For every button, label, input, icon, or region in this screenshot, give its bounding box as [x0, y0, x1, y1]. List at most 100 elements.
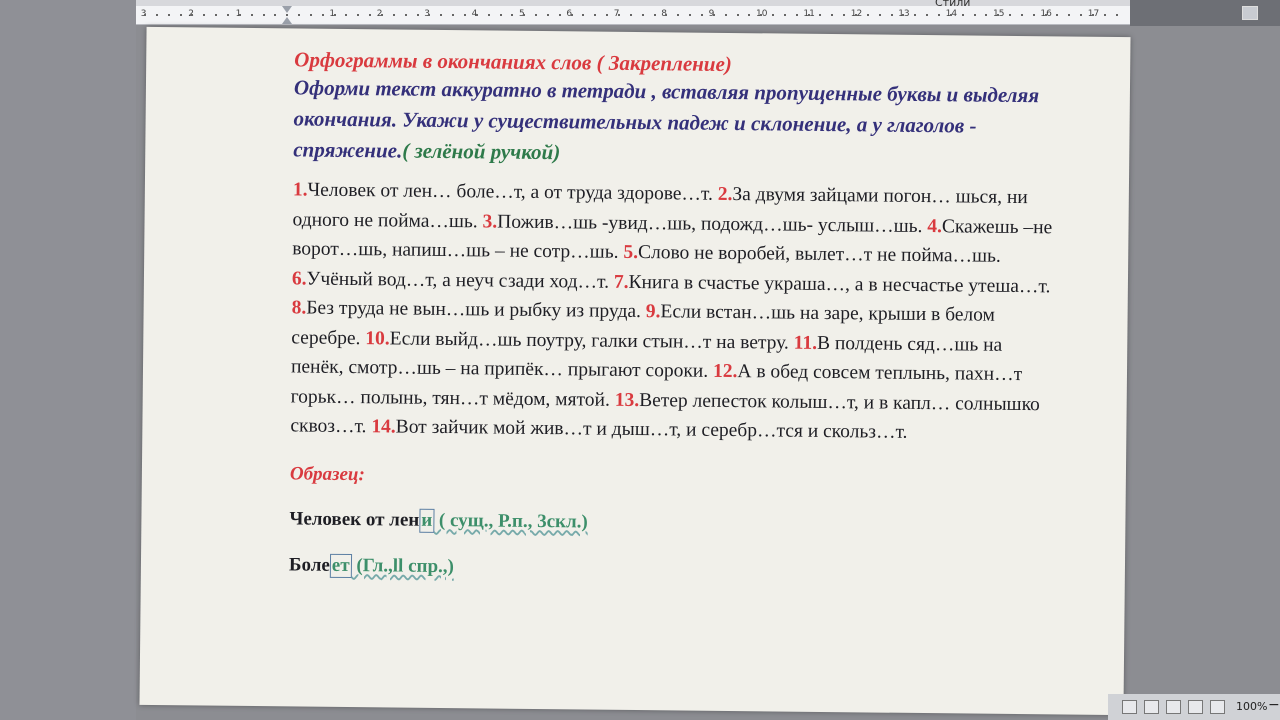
ruler-tick	[416, 14, 419, 16]
ruler-tick	[404, 14, 407, 16]
ruler-tick	[700, 14, 703, 16]
sample1-ending-box: и	[419, 508, 435, 533]
ruler-tick	[736, 14, 739, 16]
ruler-tick	[452, 14, 455, 16]
ruler-tick	[641, 14, 644, 16]
indent-marker[interactable]	[282, 6, 292, 24]
ruler-tick	[428, 14, 431, 16]
ruler-tick	[973, 14, 976, 16]
document-page[interactable]: Орфограммы в окончаниях слов ( Закреплен…	[139, 26, 1131, 716]
ruler-tick	[440, 14, 443, 16]
sentence-number: 3.	[482, 210, 498, 233]
ruler-tick	[1044, 14, 1047, 16]
ruler-tick	[179, 14, 182, 16]
ruler-tick	[582, 14, 585, 16]
ruler-tick	[1115, 14, 1118, 16]
ruler-tick	[831, 14, 834, 16]
outline-view-button[interactable]	[1188, 700, 1203, 714]
ruler-tick	[807, 14, 810, 16]
ruler-tick	[238, 14, 241, 16]
ruler-tick	[890, 14, 893, 16]
horizontal-ruler[interactable]: 3211234567891011121314151617	[136, 6, 1130, 25]
ruler-tick	[558, 14, 561, 16]
exercise-text[interactable]: 1.Человек от лен… боле…т, а от труда здо…	[290, 175, 1053, 448]
ruler-tick	[712, 14, 715, 16]
sentence-text: Если выйд…шь поутру, галки стын…т на вет…	[389, 327, 794, 354]
ruler-tick	[866, 14, 869, 16]
ruler-tick	[1092, 14, 1094, 16]
ruler-tick	[665, 14, 668, 16]
ruler-tick	[381, 14, 383, 16]
ruler-tick	[1020, 14, 1023, 16]
ruler-tick	[843, 14, 846, 16]
ruler-tick	[191, 14, 194, 16]
sentence-text: Книга в счастье украша…, а в несчастье у…	[628, 271, 1051, 297]
status-bar: 100% −	[1108, 694, 1280, 720]
ruler-tick	[819, 14, 822, 16]
ruler-tick	[546, 14, 549, 16]
ruler-tick	[155, 14, 158, 16]
sentence-number: 4.	[927, 215, 943, 237]
ruler-tick	[1068, 14, 1071, 16]
ruler-tick	[795, 14, 798, 16]
sentence-number: 13.	[614, 389, 640, 411]
sentence-number: 14.	[371, 416, 396, 438]
sample2-note: (Гл.,ll спр.,)	[351, 554, 455, 577]
ruler-tick	[250, 14, 253, 16]
document-content[interactable]: Орфограммы в окончаниях слов ( Закреплен…	[289, 46, 1075, 585]
ruler-tick	[511, 14, 514, 16]
ruler-tick	[499, 14, 502, 16]
ruler-tick	[167, 14, 170, 16]
ruler-tick	[392, 14, 395, 16]
ruler-tick	[629, 14, 632, 16]
ruler-toggle-button[interactable]	[1242, 6, 1258, 20]
sentence-number: 1.	[292, 179, 308, 201]
draft-view-button[interactable]	[1210, 700, 1225, 714]
ruler-tick	[594, 14, 597, 16]
ruler-tick	[653, 14, 656, 16]
ruler-tick	[985, 14, 988, 16]
ruler-tick	[262, 14, 265, 16]
ruler-tick	[475, 14, 478, 16]
web-layout-view-button[interactable]	[1166, 700, 1181, 714]
ruler-tick	[961, 14, 964, 16]
sample1-stem: Человек от лен	[289, 507, 420, 531]
ruler-tick	[772, 14, 775, 16]
ruler-tick	[760, 14, 763, 16]
zoom-level[interactable]: 100%	[1236, 700, 1267, 713]
ruler-tick	[878, 14, 881, 16]
ruler-tick	[321, 14, 324, 16]
ruler-tick	[463, 14, 466, 16]
ruler-tick	[618, 14, 620, 16]
sentence-text: Без труда не вын…шь и рыбку из пруда.	[306, 297, 646, 323]
ruler-tick	[144, 14, 146, 16]
ruler-tick	[748, 14, 751, 16]
sentence-number: 6.	[291, 267, 307, 290]
sentence-text: Слово не воробей, вылет…т не пойма…шь.	[637, 242, 1001, 267]
ruler-tick	[997, 14, 1000, 16]
ruler-tick	[855, 14, 857, 16]
ruler-tick	[357, 14, 360, 16]
sentence-number: 9.	[645, 301, 661, 323]
zoom-out-button[interactable]: −	[1268, 697, 1280, 713]
ruler-tick	[215, 14, 218, 16]
ruler-tick	[523, 14, 526, 16]
full-screen-view-button[interactable]	[1144, 700, 1159, 714]
ruler-tick	[1032, 14, 1035, 16]
sample-label: Образец:	[289, 462, 365, 485]
ruler-tick	[1056, 14, 1059, 16]
ruler-tick	[309, 14, 312, 16]
sample2-stem: Боле	[288, 553, 330, 576]
ruler-tick	[535, 14, 538, 16]
ruler-tick	[1080, 14, 1083, 16]
workspace-left-margin	[0, 0, 136, 720]
ruler-tick	[902, 14, 905, 16]
ruler-tick	[1009, 14, 1012, 16]
ruler-tick	[487, 14, 490, 16]
ruler-tick	[274, 14, 277, 16]
sentence-number: 10.	[365, 327, 390, 349]
sentence-number: 2.	[717, 183, 733, 206]
styles-group-label[interactable]: Стили	[935, 0, 970, 9]
print-layout-view-button[interactable]	[1122, 700, 1137, 714]
ruler-tick	[226, 14, 229, 16]
